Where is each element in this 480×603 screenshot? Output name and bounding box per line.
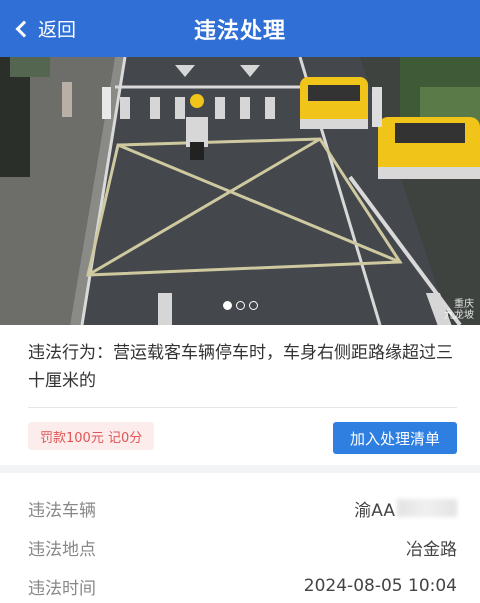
section-gap [0, 465, 480, 473]
detail-label: 违法车辆 [28, 500, 96, 521]
watermark-line: 重庆 [454, 299, 474, 310]
blurred-plate-mask [397, 499, 457, 517]
violation-photo-carousel[interactable]: 重庆 九龙坡 [0, 57, 480, 325]
detail-value: 2024-08-05 10:04 [303, 576, 457, 596]
nav-bar: 返回 违法处理 [0, 0, 480, 57]
fine-badge: 罚款100元 记0分 [28, 422, 155, 450]
add-to-list-button[interactable]: 加入处理清单 [333, 422, 457, 454]
carousel-dot[interactable] [248, 301, 258, 310]
detail-value: 渝AA [354, 496, 457, 521]
carousel-dot[interactable] [222, 301, 232, 310]
detail-label: 违法地点 [28, 539, 96, 560]
page-title: 违法处理 [193, 18, 286, 44]
violation-details: 违法车辆 渝AA 违法地点 冶金路 违法时间 2024-08-05 10:04 [0, 473, 480, 603]
detail-row-location: 违法地点 冶金路 [28, 534, 457, 560]
watermark-line: 九龙坡 [444, 310, 474, 321]
violation-card: 违法行为：营运载客车辆停车时，车身右侧距路缘超过三十厘米的 罚款100元 记0分… [0, 325, 480, 465]
carousel-dot[interactable] [235, 301, 245, 310]
plate-number: 渝AA [354, 500, 395, 521]
detail-value: 冶金路 [406, 539, 457, 560]
detail-label: 违法时间 [28, 578, 96, 599]
chevron-left-icon [15, 20, 33, 37]
detail-row-vehicle: 违法车辆 渝AA [28, 495, 457, 521]
violation-photo [0, 57, 480, 325]
carousel-indicator [0, 301, 480, 310]
location-watermark: 重庆 九龙坡 [444, 299, 474, 321]
divider [28, 407, 457, 408]
back-label: 返回 [38, 19, 77, 41]
back-button[interactable]: 返回 [14, 0, 76, 57]
detail-row-time: 违法时间 2024-08-05 10:04 [28, 573, 457, 599]
violation-description: 违法行为：营运载客车辆停车时，车身右侧距路缘超过三十厘米的 [28, 343, 453, 391]
